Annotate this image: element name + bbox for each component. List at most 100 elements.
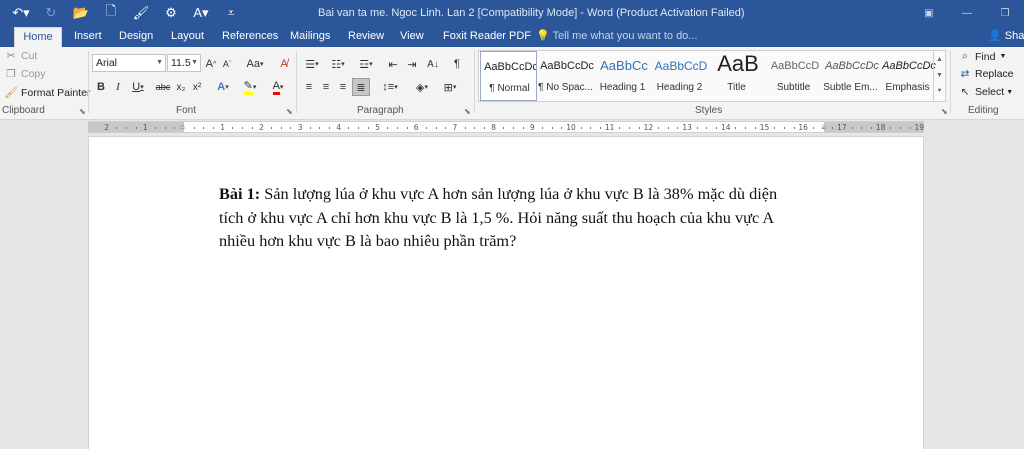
- ribbon-display-options-icon[interactable]: ▣: [910, 0, 948, 27]
- document-page[interactable]: Bài 1: Sản lượng lúa ở khu vực A hơn sản…: [88, 136, 924, 449]
- sort-button[interactable]: A↓: [425, 55, 441, 73]
- chevron-up-icon[interactable]: ▲: [936, 56, 943, 63]
- style-subtle-emphasis[interactable]: AaBbCcDc Subtle Em...: [822, 51, 879, 101]
- ruler-tick: [348, 127, 350, 129]
- style-heading-1[interactable]: AaBbCc Heading 1: [594, 51, 651, 101]
- multilevel-list-button[interactable]: ☲ ▾: [354, 55, 378, 73]
- indent-marker-icon[interactable]: ⌂: [180, 122, 188, 134]
- clipboard-launcher-icon[interactable]: ⬊: [79, 107, 86, 116]
- format-painter-qat-icon[interactable]: 🖌: [126, 3, 156, 23]
- tab-view[interactable]: View: [400, 27, 424, 47]
- ruler-tick: [890, 127, 892, 129]
- document-paragraph[interactable]: Bài 1: Sản lượng lúa ở khu vực A hơn sản…: [219, 182, 779, 253]
- ruler-tick: [629, 127, 631, 129]
- tab-design[interactable]: Design: [119, 27, 153, 47]
- tab-layout[interactable]: Layout: [171, 27, 204, 47]
- style-subtitle[interactable]: AaBbCcD Subtitle: [765, 51, 822, 101]
- shrink-font-button[interactable]: Aˇ: [220, 55, 234, 73]
- underline-button[interactable]: U ▾: [128, 78, 148, 96]
- select-label: Select: [975, 86, 1005, 98]
- ruler-tick: [309, 127, 311, 129]
- underline-icon: U: [132, 81, 141, 93]
- subscript-button[interactable]: x₂: [174, 78, 188, 96]
- ruler-tick: [251, 127, 253, 129]
- customize-qat-icon[interactable]: ⩡: [216, 3, 246, 23]
- replace-button[interactable]: ⇄ Replace: [958, 68, 1014, 80]
- decrease-indent-button[interactable]: ⇤: [385, 55, 401, 73]
- justify-button[interactable]: ≣: [352, 78, 370, 96]
- font-launcher-icon[interactable]: ⬊: [286, 107, 293, 116]
- style-emphasis[interactable]: AaBbCcDc Emphasis: [879, 51, 936, 101]
- bullets-button[interactable]: ☰ ▾: [301, 55, 323, 73]
- numbering-button[interactable]: ☷ ▾: [327, 55, 349, 73]
- paragraph-launcher-icon[interactable]: ⬊: [464, 107, 471, 116]
- align-right-button[interactable]: ≡: [335, 78, 351, 96]
- tab-review[interactable]: Review: [348, 27, 384, 47]
- line-spacing-button[interactable]: ↕≡ ▾: [378, 78, 402, 96]
- font-size-select[interactable]: 11.5 ▼: [167, 54, 201, 72]
- tab-references[interactable]: References: [222, 27, 278, 47]
- ruler-tick: [551, 127, 553, 129]
- undo-icon[interactable]: ↶▾: [6, 3, 36, 23]
- font-color-button[interactable]: A ▾: [266, 78, 290, 96]
- ruler-tick: [329, 127, 331, 129]
- copy-button[interactable]: ❐ Copy: [4, 68, 46, 80]
- align-center-button[interactable]: ≡: [318, 78, 334, 96]
- style-title[interactable]: AaB Title: [708, 51, 765, 101]
- ruler-tick: [464, 127, 466, 129]
- copy-label: Copy: [21, 68, 46, 80]
- align-left-button[interactable]: ≡: [301, 78, 317, 96]
- tab-insert[interactable]: Insert: [74, 27, 102, 47]
- font-color-qat-icon[interactable]: A▾: [186, 3, 216, 23]
- more-styles-icon[interactable]: ⯆: [937, 88, 943, 96]
- ruler-number: 9: [529, 123, 535, 132]
- redo-icon[interactable]: ↻: [36, 3, 66, 23]
- align-center-icon: ≡: [322, 81, 330, 93]
- minimize-icon[interactable]: —: [948, 0, 986, 27]
- chevron-down-icon[interactable]: ▼: [936, 72, 943, 79]
- ruler-tick: [619, 127, 621, 129]
- show-formatting-button[interactable]: ¶: [450, 55, 464, 73]
- tab-foxit-reader-pdf[interactable]: Foxit Reader PDF: [443, 27, 531, 47]
- superscript-button[interactable]: x²: [190, 78, 204, 96]
- change-case-button[interactable]: Aa ▾: [243, 55, 267, 73]
- tell-me-search[interactable]: 💡 Tell me what you want to do...: [536, 27, 697, 47]
- increase-indent-button[interactable]: ⇥: [404, 55, 420, 73]
- text-effects-button[interactable]: A ▾: [212, 78, 234, 96]
- styles-launcher-icon[interactable]: ⬊: [941, 107, 948, 116]
- ruler-tick: [716, 127, 718, 129]
- shading-button[interactable]: ◈ ▾: [410, 78, 434, 96]
- bold-button[interactable]: B: [94, 78, 108, 96]
- tab-home[interactable]: Home: [14, 27, 62, 47]
- new-document-icon[interactable]: 🗋: [96, 3, 126, 23]
- find-label: Find: [975, 50, 996, 63]
- open-folder-icon[interactable]: 📂: [66, 3, 96, 23]
- borders-button[interactable]: ⊞ ▾: [438, 78, 462, 96]
- ruler-tick: [899, 127, 901, 129]
- ruler-tick: [319, 127, 321, 129]
- grow-font-button[interactable]: A ^: [204, 55, 218, 73]
- share-button[interactable]: 👤 Share: [988, 27, 1024, 47]
- select-button[interactable]: ↖ Select ▼: [958, 86, 1014, 98]
- italic-button[interactable]: I: [111, 78, 125, 96]
- font-name-select[interactable]: Arial ▼: [92, 54, 166, 72]
- style-normal[interactable]: AaBbCcDc ¶ Normal: [480, 51, 537, 101]
- find-button[interactable]: ⌕ Find ▼: [958, 50, 1006, 63]
- style-heading-2[interactable]: AaBbCcD Heading 2: [651, 51, 708, 101]
- clear-formatting-qat-icon[interactable]: ⚙: [156, 3, 186, 23]
- clear-formatting-button[interactable]: A̸: [275, 55, 293, 73]
- restore-icon[interactable]: ❐: [986, 0, 1024, 27]
- highlight-color-button[interactable]: ✎ ▾: [238, 78, 262, 96]
- format-painter-button[interactable]: 🖌 Format Painter: [4, 86, 91, 100]
- format-painter-label: Format Painter: [21, 86, 91, 99]
- strikethrough-button[interactable]: abc: [154, 78, 172, 96]
- document-canvas: Bài 1: Sản lượng lúa ở khu vực A hơn sản…: [0, 134, 1024, 449]
- cut-button[interactable]: ✂ Cut: [4, 50, 38, 62]
- ruler-tick: [242, 127, 244, 129]
- ruler-tick: [793, 127, 795, 129]
- tab-mailings[interactable]: Mailings: [290, 27, 330, 47]
- horizontal-ruler[interactable]: ⌂ ⌂ 2112345678910111213141516171819: [88, 121, 924, 133]
- ruler-tick: [561, 127, 563, 129]
- ruler-number: 1: [220, 123, 226, 132]
- style-no-spacing[interactable]: AaBbCcDc ¶ No Spac...: [537, 51, 594, 101]
